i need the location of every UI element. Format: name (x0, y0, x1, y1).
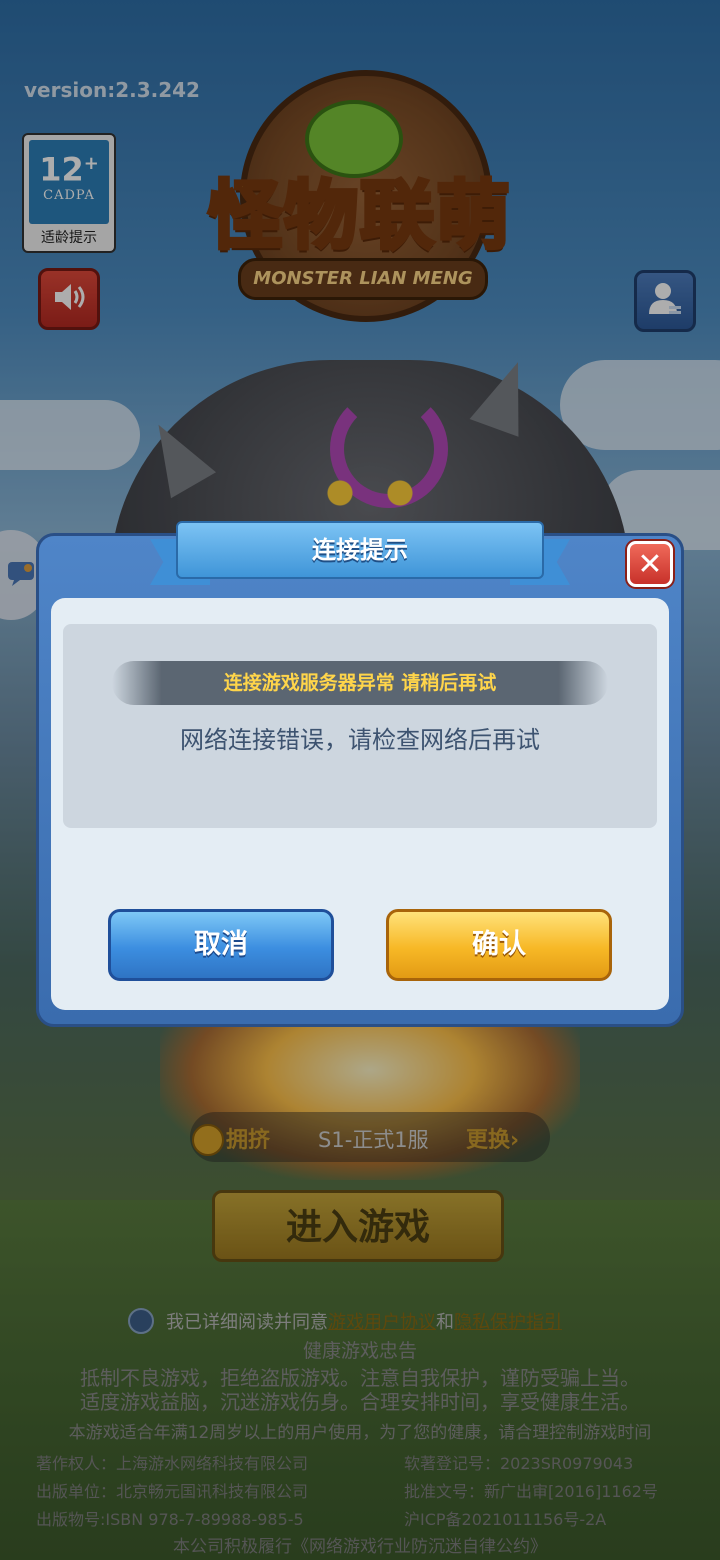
server-error-text: 连接游戏服务器异常 请稍后再试 (112, 661, 608, 705)
dialog-title: 连接提示 (176, 521, 544, 579)
dialog-title-banner: 连接提示 (150, 517, 570, 587)
close-dialog-button[interactable]: ✕ (627, 541, 673, 587)
confirm-button[interactable]: 确认 (386, 909, 612, 981)
cancel-button[interactable]: 取消 (108, 909, 334, 981)
close-icon: ✕ (637, 546, 663, 582)
network-error-message: 网络连接错误，请检查网络后再试 (180, 726, 540, 754)
